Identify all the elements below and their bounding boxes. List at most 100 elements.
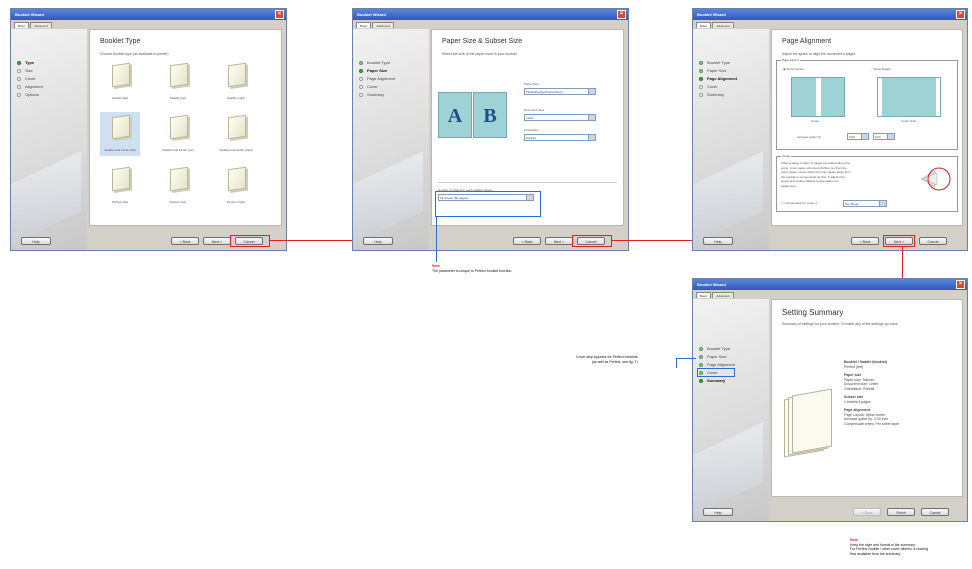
gutter-caption: Gutter <box>811 119 820 123</box>
help-button[interactable]: Help <box>703 237 733 245</box>
step-summary: Summary <box>359 91 395 99</box>
current-step-icon <box>699 77 703 81</box>
booklet-type-option[interactable]: Saddle (right) <box>216 60 256 104</box>
tab-basic[interactable]: Basic <box>14 22 30 28</box>
page-title: Setting Summary <box>782 308 844 317</box>
option-label: Saddle Fold Finish (right) <box>219 148 253 152</box>
step-sidebar: Booklet Type Paper Size Page Alignment C… <box>353 29 429 250</box>
booklet-icon <box>170 62 188 88</box>
paper-size-label: Paper Size <box>524 82 539 86</box>
help-button[interactable]: Help <box>703 508 733 516</box>
step-cover: Cover <box>359 83 395 91</box>
gutter-unit-select[interactable]: Inch <box>873 133 895 140</box>
creep-group: Creep When a large number of pages are f… <box>776 154 958 212</box>
step-done-icon <box>699 69 703 73</box>
help-button[interactable]: Help <box>363 237 393 245</box>
orientation-select[interactable]: Portrait <box>524 134 596 141</box>
step-done-icon <box>699 61 703 65</box>
text-line: outer pages. Creep shifts the inner page… <box>781 170 851 174</box>
step-list: Booklet Type Paper Size Page Alignment C… <box>359 59 395 99</box>
highlight-box <box>230 235 270 247</box>
back-button[interactable]: < Back <box>513 237 541 245</box>
booklet-type-option[interactable]: Saddle (top) <box>158 60 198 104</box>
gutter-strip <box>816 78 821 116</box>
cancel-button[interactable]: Cancel <box>921 508 949 516</box>
step-dot-icon <box>359 77 363 81</box>
step-label: Summary <box>367 92 385 97</box>
radio-label: Spine Edges <box>873 67 891 71</box>
cancel-button[interactable]: Cancel <box>919 237 947 245</box>
step-sidebar: Booklet Type Paper Size Page Alignment C… <box>693 29 769 250</box>
document-size-select[interactable]: Letter <box>524 114 596 121</box>
step-dot-icon <box>17 69 21 73</box>
tab-basic[interactable]: Basic <box>356 22 372 28</box>
paper-size-select[interactable]: Tabloid/Ledger/Inches/Kerp <box>524 88 596 95</box>
note-text: flow available from the summary. <box>850 551 901 556</box>
booklet-type-option[interactable]: Saddle Fold Finish (top) <box>158 112 198 156</box>
step-label: Type <box>25 60 35 65</box>
booklet-type-option-selected[interactable]: Saddle Fold Finish (left) <box>100 112 140 156</box>
booklet-type-option[interactable]: Perfect (left) <box>100 164 140 208</box>
creep-mode-select[interactable]: Per Sheet <box>843 200 887 207</box>
step-label: Alignment <box>25 84 43 89</box>
callout-line <box>676 358 677 368</box>
title-bar: Booklet Wizard × <box>353 9 628 20</box>
step-label: Page Alignment <box>367 76 396 81</box>
option-label: Saddle (top) <box>169 96 187 100</box>
flow-arrow <box>611 240 692 241</box>
next-button[interactable]: Next > <box>545 237 573 245</box>
tab-advanced[interactable]: Advanced <box>712 292 734 298</box>
tab-basic[interactable]: Basic <box>696 292 712 298</box>
page-title: Booklet Type <box>100 38 141 45</box>
close-icon[interactable]: × <box>956 10 965 19</box>
content-panel: Setting Summary Summary of settings for … <box>771 299 963 497</box>
finish-button[interactable]: Finish <box>887 508 915 516</box>
page-a-preview: A <box>438 92 472 138</box>
tab-advanced[interactable]: Advanced <box>372 22 394 28</box>
booklet-type-option[interactable]: Perfect (top) <box>158 164 198 208</box>
note-text: (as well as Perfect, see fig. 7) <box>591 359 638 364</box>
flow-arrow <box>269 240 352 241</box>
tab-advanced[interactable]: Advanced <box>712 22 734 28</box>
step-label: Paper Size <box>367 68 388 73</box>
step-label: Paper Size <box>707 68 727 73</box>
step-alignment: Alignment <box>17 83 43 91</box>
help-button[interactable]: Help <box>21 237 51 245</box>
step-page-alignment: Page Alignment <box>699 75 737 83</box>
step-paper-size: Paper Size <box>699 67 737 75</box>
booklet-type-option[interactable]: Saddle Fold Finish (right) <box>216 112 256 156</box>
note-perfect-booklet: Note The parameter is unique to Perfect … <box>432 264 512 273</box>
creep-description: When a large number of pages are folded … <box>781 161 851 188</box>
option-label: Saddle (left) <box>111 96 129 100</box>
booklet-icon <box>170 114 188 140</box>
step-summary: Summary <box>699 91 737 99</box>
option-label: Saddle Fold Finish (top) <box>162 148 194 152</box>
next-button[interactable]: Next > <box>203 237 231 245</box>
tab-strip: Basic Advanced <box>356 22 395 28</box>
page-layout-group: Page Layout ◉ Spine Center ○ Spine Edges… <box>776 58 958 150</box>
back-button[interactable]: < Back <box>851 237 879 245</box>
close-icon[interactable]: × <box>617 10 626 19</box>
back-button[interactable]: < Back <box>171 237 199 245</box>
step-label: Cover <box>367 84 378 89</box>
step-cover: Cover <box>17 75 43 83</box>
spine-center-radio[interactable]: ◉ Spine Center <box>783 67 804 71</box>
option-label: Saddle (right) <box>226 96 245 100</box>
back-button[interactable]: < Back <box>853 508 881 516</box>
booklet-wizard-paper-window: Booklet Wizard × Basic Advanced Booklet T… <box>352 8 629 251</box>
booklet-type-option[interactable]: Saddle (left) <box>100 60 140 104</box>
document-size-label: Document Size <box>524 108 545 112</box>
note-text: For Perfect Saddle / other cover offered… <box>850 547 928 551</box>
booklet-type-option[interactable]: Perfect (right) <box>216 164 256 208</box>
compensate-creep-checkbox[interactable]: ☐ Compensate for creep to <box>781 201 818 205</box>
spine-edges-radio[interactable]: ○ Spine Edges <box>871 67 891 71</box>
gutter-value-spinner[interactable]: 0.00 <box>847 133 869 140</box>
creep-diagram-icon <box>920 167 951 191</box>
step-page-alignment: Page Alignment <box>359 75 395 83</box>
close-icon[interactable]: × <box>275 10 284 19</box>
tab-basic[interactable]: Basic <box>696 22 712 28</box>
group-label: Creep <box>781 154 792 158</box>
close-icon[interactable]: × <box>956 280 965 289</box>
tab-advanced[interactable]: Advanced <box>30 22 52 28</box>
step-done-icon <box>359 61 363 65</box>
